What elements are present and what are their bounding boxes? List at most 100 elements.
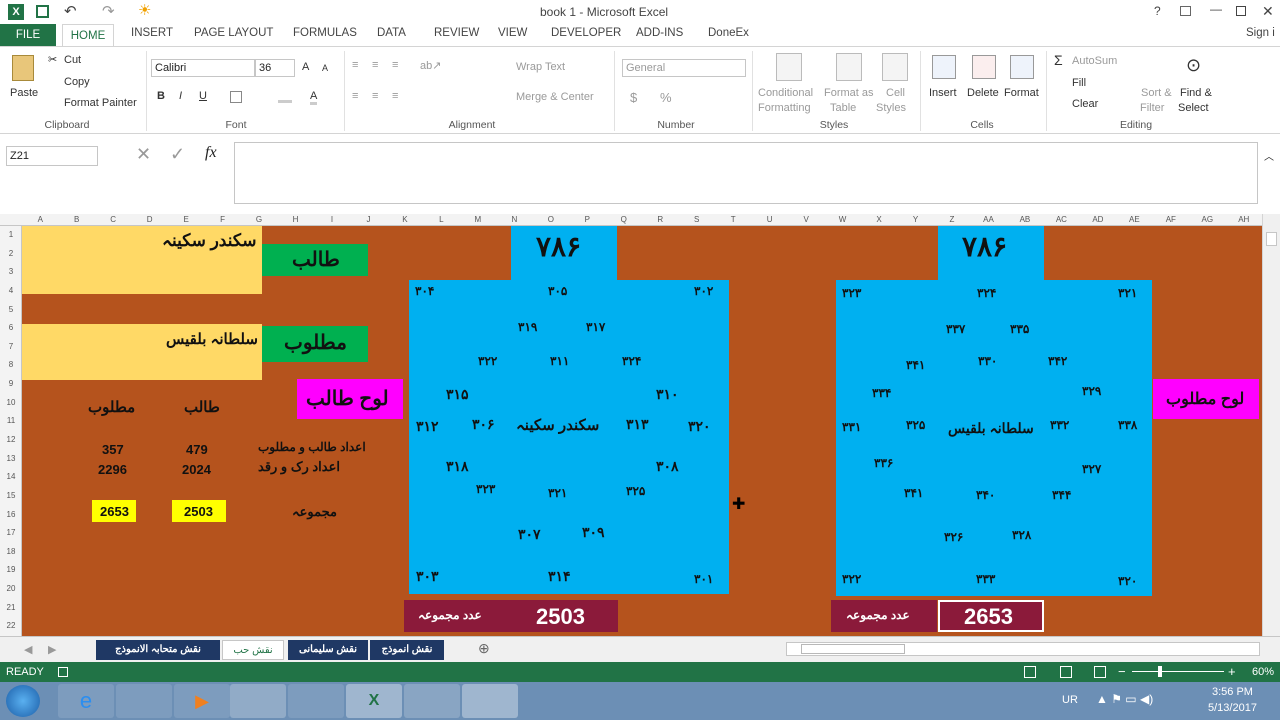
column-header[interactable]: H xyxy=(277,214,313,226)
paste-icon[interactable] xyxy=(12,55,34,81)
zoom-level[interactable]: 60% xyxy=(1252,666,1274,678)
sort-filter-label-1[interactable]: Sort & xyxy=(1141,87,1172,99)
undo-icon[interactable]: ↶ xyxy=(64,2,77,20)
ie-taskbar-icon[interactable]: e xyxy=(58,684,114,718)
column-header[interactable]: K xyxy=(387,214,423,226)
column-header[interactable]: B xyxy=(58,214,94,226)
save-icon[interactable] xyxy=(36,5,49,18)
page-layout-view-icon[interactable] xyxy=(1060,666,1072,678)
bold-button[interactable]: B xyxy=(157,90,165,102)
tray-icons[interactable]: ▲ ⚑ ▭ ◀) xyxy=(1096,692,1153,706)
row-header[interactable]: 9 xyxy=(0,379,22,388)
fill-button[interactable]: Fill xyxy=(1072,77,1086,89)
zoom-out-icon[interactable]: − xyxy=(1118,664,1126,679)
grow-font-icon[interactable]: A xyxy=(302,61,309,73)
align-center-icon[interactable]: ≡ xyxy=(372,90,378,102)
page-break-view-icon[interactable] xyxy=(1094,666,1106,678)
zoom-slider[interactable] xyxy=(1132,671,1224,672)
shrink-font-icon[interactable]: A xyxy=(322,63,328,73)
vertical-scrollbar[interactable] xyxy=(1262,214,1280,636)
tab-review[interactable]: REVIEW xyxy=(434,27,479,39)
align-right-icon[interactable]: ≡ xyxy=(392,90,398,102)
column-header[interactable]: AE xyxy=(1116,214,1152,226)
tab-file[interactable]: FILE xyxy=(0,24,56,46)
row-header[interactable]: 17 xyxy=(0,528,22,537)
percent-button[interactable]: % xyxy=(660,90,672,105)
column-header[interactable]: D xyxy=(131,214,167,226)
wrap-text-button[interactable]: Wrap Text xyxy=(516,61,565,73)
format-as-table-icon[interactable] xyxy=(836,53,862,81)
excel-logo-icon[interactable]: X xyxy=(8,4,24,20)
format-cells-icon[interactable] xyxy=(1010,55,1034,79)
merge-center-button[interactable]: Merge & Center xyxy=(516,91,594,103)
clear-button[interactable]: Clear xyxy=(1072,98,1098,110)
conditional-formatting-icon[interactable] xyxy=(776,53,802,81)
column-header[interactable]: AH xyxy=(1226,214,1262,226)
row-header[interactable]: 14 xyxy=(0,472,22,481)
app-taskbar-icon-2[interactable] xyxy=(462,684,518,718)
column-header[interactable]: G xyxy=(241,214,277,226)
column-header[interactable]: A xyxy=(22,214,58,226)
close-icon[interactable]: ✕ xyxy=(1262,3,1274,20)
media-taskbar-icon[interactable]: ▶ xyxy=(174,684,230,718)
row-header[interactable]: 21 xyxy=(0,603,22,612)
row-header[interactable]: 5 xyxy=(0,305,22,314)
language-indicator[interactable]: UR xyxy=(1062,694,1078,706)
explorer-taskbar-icon[interactable] xyxy=(116,684,172,718)
row-header[interactable]: 6 xyxy=(0,323,22,332)
row-header[interactable]: 10 xyxy=(0,398,22,407)
minimize-icon[interactable]: — xyxy=(1210,2,1222,16)
cut-button[interactable]: Cut xyxy=(64,54,81,66)
redo-icon[interactable]: ↷ xyxy=(102,2,115,20)
excel-taskbar-icon[interactable]: X xyxy=(346,684,402,718)
tab-home[interactable]: HOME xyxy=(62,24,114,47)
align-middle-icon[interactable]: ≡ xyxy=(372,59,378,71)
app-taskbar-icon-1[interactable] xyxy=(404,684,460,718)
column-header[interactable]: N xyxy=(496,214,532,226)
delete-cells-button[interactable]: Delete xyxy=(967,87,999,99)
font-name-box[interactable]: Calibri xyxy=(151,59,255,77)
worksheet-grid[interactable]: سکندر سکینہ طالب سلطانہ بلقیس مطلوب لوح … xyxy=(22,226,1262,636)
column-header[interactable]: I xyxy=(314,214,350,226)
italic-button[interactable]: I xyxy=(179,90,182,102)
format-painter-button[interactable]: Format Painter xyxy=(64,97,137,109)
sun-icon[interactable]: ☀ xyxy=(138,1,151,19)
tab-doneex[interactable]: DoneEx xyxy=(708,27,749,39)
hscroll-thumb[interactable] xyxy=(801,644,905,654)
column-header[interactable]: R xyxy=(642,214,678,226)
sheet-tab-1[interactable]: نقش متحابہ الانموذج xyxy=(96,640,220,660)
autosum-button[interactable]: AutoSum xyxy=(1072,55,1117,67)
tab-addins[interactable]: ADD-INS xyxy=(636,27,683,39)
row-header[interactable]: 19 xyxy=(0,565,22,574)
collapse-formula-icon[interactable]: ︿ xyxy=(1264,148,1274,163)
name-box[interactable]: Z21 xyxy=(6,146,98,166)
sheet-tab-2[interactable]: نقش حب xyxy=(222,640,284,660)
zoom-slider-thumb[interactable] xyxy=(1158,666,1162,677)
normal-view-icon[interactable] xyxy=(1024,666,1036,678)
column-header[interactable]: AF xyxy=(1153,214,1189,226)
macro-record-icon[interactable] xyxy=(58,667,68,677)
start-button-icon[interactable] xyxy=(6,685,40,717)
clock-time[interactable]: 3:56 PM xyxy=(1212,686,1253,698)
column-header[interactable]: AD xyxy=(1080,214,1116,226)
column-header[interactable]: E xyxy=(168,214,204,226)
align-top-icon[interactable]: ≡ xyxy=(352,59,358,71)
align-left-icon[interactable]: ≡ xyxy=(352,90,358,102)
firefox-taskbar-icon[interactable] xyxy=(288,684,344,718)
horizontal-scrollbar[interactable] xyxy=(786,642,1260,656)
zoom-in-icon[interactable]: + xyxy=(1228,664,1236,679)
sheet-tab-3[interactable]: نقش سلیمانی xyxy=(288,640,368,660)
row-header[interactable]: 8 xyxy=(0,360,22,369)
tab-developer[interactable]: DEVELOPER xyxy=(551,27,621,39)
find-select-label-1[interactable]: Find & xyxy=(1180,87,1212,99)
row-header[interactable]: 20 xyxy=(0,584,22,593)
delete-cells-icon[interactable] xyxy=(972,55,996,79)
font-size-box[interactable]: 36 xyxy=(255,59,295,77)
restore-icon[interactable] xyxy=(1236,6,1246,16)
column-header[interactable]: X xyxy=(861,214,897,226)
number-format-box[interactable]: General xyxy=(622,59,746,77)
fill-color-icon[interactable] xyxy=(278,91,292,103)
tab-formulas[interactable]: FORMULAS xyxy=(293,27,357,39)
column-header[interactable]: AC xyxy=(1043,214,1079,226)
right-square[interactable] xyxy=(836,280,1152,596)
